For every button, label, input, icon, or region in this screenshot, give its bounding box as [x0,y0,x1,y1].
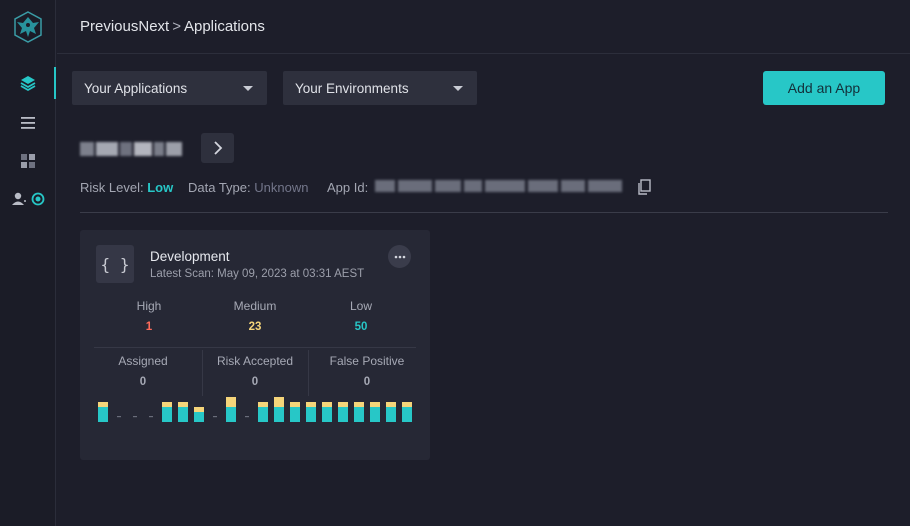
more-options-button[interactable] [388,245,411,268]
code-braces-icon: { } [96,245,134,283]
data-type: Data Type: Unknown [188,180,308,195]
page-title: Applications [183,18,265,35]
nav-list[interactable] [0,105,56,141]
app-id-redacted [375,180,625,194]
stat-low-value: 50 [354,321,368,333]
scan-history-chart [98,397,412,422]
environments-dropdown[interactable]: Your Environments [283,71,477,105]
layers-icon [20,76,36,92]
history-bar[interactable] [258,402,268,422]
stat-risk-accepted-label: Risk Accepted [216,354,294,368]
card-divider [94,347,416,348]
nav-user-settings[interactable] [0,181,56,217]
list-icon [21,117,35,129]
history-bar[interactable] [274,397,284,422]
stat-risk-accepted-value: 0 [251,376,259,388]
environment-title: Development [150,249,230,264]
history-bar[interactable] [354,402,364,422]
open-app-button[interactable] [201,133,234,163]
user-settings-icon [12,192,45,206]
history-bar[interactable] [290,402,300,422]
history-bar[interactable] [370,402,380,422]
risk-level-label: Risk Level: [80,180,144,195]
history-bar[interactable] [402,402,412,422]
latest-scan: Latest Scan: May 09, 2023 at 03:31 AEST [150,268,365,280]
app-id: App Id: [327,180,368,195]
environment-card[interactable]: { } Development Latest Scan: May 09, 202… [80,230,430,460]
history-bar[interactable] [226,397,236,422]
sidebar [0,0,56,526]
applications-dropdown[interactable]: Your Applications [72,71,267,105]
stat-assigned-value: 0 [139,376,147,388]
phoenix-logo-icon[interactable] [11,10,45,44]
chevron-right-icon [213,141,222,155]
breadcrumb-separator: > [172,18,181,35]
history-bar[interactable] [338,402,348,422]
stat-high-value: 1 [145,321,153,333]
history-bar[interactable] [322,402,332,422]
nav-dashboard[interactable] [0,143,56,179]
copy-icon[interactable] [636,179,652,195]
stat-assigned-label: Assigned [118,354,168,368]
app-name-redacted [80,139,182,159]
stat-medium-label: Medium [233,299,277,313]
history-bar[interactable] [213,416,217,418]
history-bar[interactable] [306,402,316,422]
history-bar[interactable] [162,402,172,422]
nav-applications[interactable] [0,65,56,101]
history-bar[interactable] [117,416,121,418]
breadcrumb: PreviousNext > Applications [57,0,910,54]
ellipsis-icon [394,255,405,258]
risk-level: Risk Level: Low [80,180,173,195]
history-bar[interactable] [386,402,396,422]
data-type-value: Unknown [254,180,309,195]
caret-down-icon [243,86,253,91]
history-bar[interactable] [245,416,249,418]
app-id-label: App Id: [327,180,369,195]
history-bar[interactable] [178,402,188,422]
caret-down-icon [453,86,463,91]
history-bar[interactable] [98,402,108,422]
column-divider [308,350,309,396]
stat-low-label: Low [349,299,372,313]
data-type-label: Data Type: [188,180,251,195]
risk-level-value: Low [147,180,174,195]
stat-medium-value: 23 [248,321,262,333]
breadcrumb-org-link[interactable]: PreviousNext [80,18,169,35]
add-app-button[interactable]: Add an App [763,71,885,105]
section-divider [80,212,888,213]
history-bar[interactable] [194,407,204,422]
stat-false-positive-label: False Positive [329,354,405,368]
history-bar[interactable] [149,416,153,418]
environments-dropdown-label: Your Environments [295,80,409,96]
stat-high-label: High [136,299,162,313]
applications-dropdown-label: Your Applications [84,80,188,96]
grid-icon [21,154,35,168]
history-bar[interactable] [133,416,137,418]
stat-false-positive-value: 0 [363,376,371,388]
